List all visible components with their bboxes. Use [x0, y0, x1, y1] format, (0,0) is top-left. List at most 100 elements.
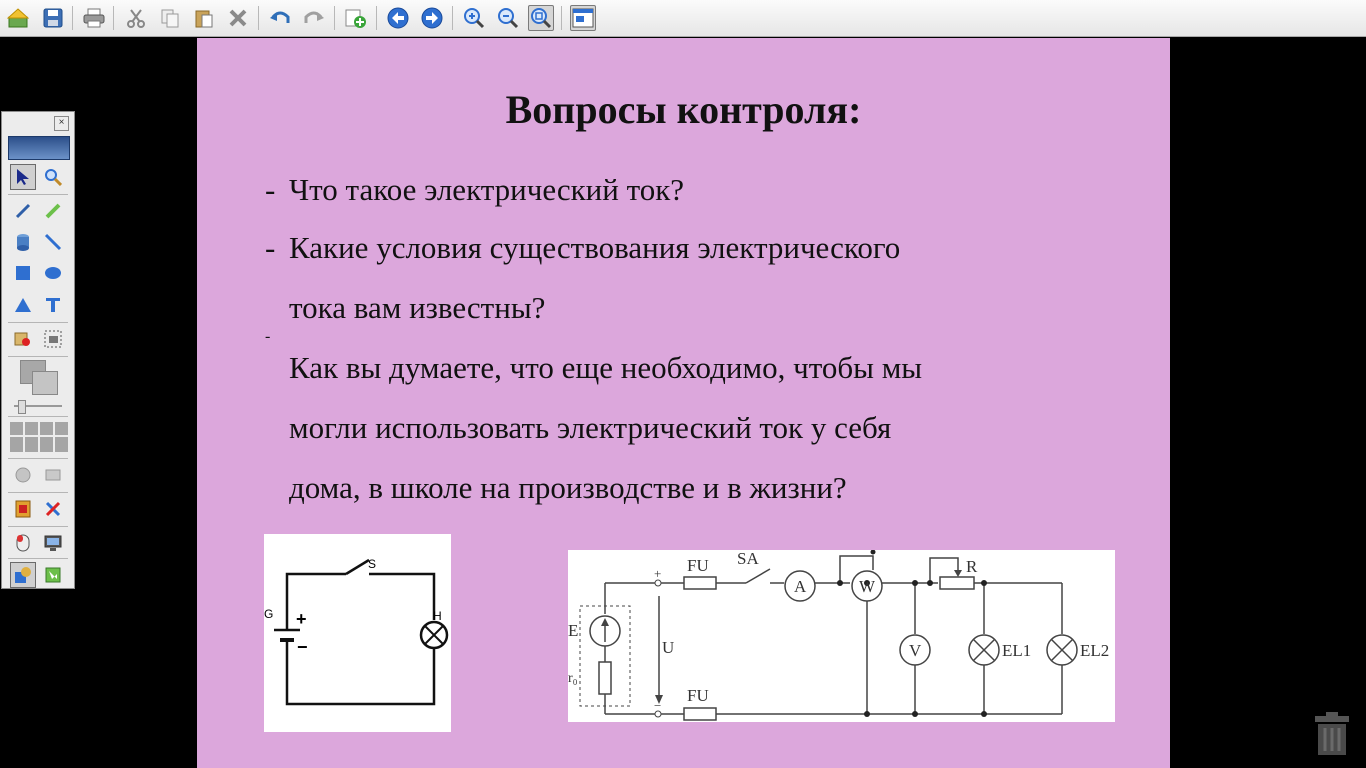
fuse-top-label: FU — [687, 556, 709, 575]
measurement-circuit-diagram: FU FU SA A W R V EL1 EL2 E r₀ U + − — [568, 549, 1115, 722]
thickness-slider[interactable] — [14, 400, 62, 414]
zoom-fit-icon — [531, 8, 552, 29]
select-icon — [17, 169, 29, 185]
capture-icon — [44, 330, 62, 348]
record-tool[interactable] — [10, 496, 36, 522]
bullet-dash: - — [265, 172, 276, 207]
emf-label: E — [568, 621, 578, 640]
trash-button[interactable] — [1314, 712, 1350, 756]
print-button[interactable] — [81, 5, 107, 31]
zoom-out-button[interactable] — [495, 5, 521, 31]
tools-icon — [45, 501, 61, 517]
slide-canvas[interactable]: Вопросы контроля: - Что такое электричес… — [197, 38, 1170, 768]
question-3-line-3: дома, в школе на производстве и в жизни? — [289, 470, 847, 505]
eraser-icon — [15, 467, 31, 483]
text-tool[interactable] — [40, 292, 66, 318]
simple-circuit-diagram: S G H + − — [264, 534, 451, 732]
undo-button[interactable] — [267, 5, 293, 31]
trash-icon — [1315, 712, 1349, 755]
shapes-tool[interactable] — [10, 562, 36, 588]
close-palette-button[interactable]: × — [54, 116, 69, 131]
copy-button[interactable] — [157, 5, 183, 31]
previous-page-button[interactable] — [385, 5, 411, 31]
question-3-line-2: могли использовать электрический ток у с… — [289, 410, 892, 445]
export-tool[interactable] — [40, 562, 66, 588]
insert-image-tool[interactable] — [10, 326, 36, 352]
zoom-tool-icon — [45, 169, 62, 186]
zoom-fit-button[interactable] — [528, 5, 554, 31]
line-tool[interactable] — [40, 229, 66, 255]
tool-palette: × — [1, 111, 75, 589]
previous-page-icon — [387, 7, 409, 29]
source-label: G — [264, 607, 273, 621]
bullet-dash: - — [265, 230, 276, 265]
save-icon — [43, 8, 63, 28]
record-icon — [15, 500, 31, 518]
highlighter-tool[interactable] — [40, 198, 66, 224]
switch-label: S — [368, 557, 376, 571]
line-style-grid[interactable] — [10, 422, 68, 452]
next-page-button[interactable] — [419, 5, 445, 31]
fuse-bottom-label: FU — [687, 686, 709, 705]
zoom-in-button[interactable] — [461, 5, 487, 31]
paste-button[interactable] — [191, 5, 217, 31]
wattmeter-label: W — [859, 577, 876, 596]
paste-icon — [195, 10, 213, 28]
clear-tool[interactable] — [40, 462, 66, 488]
add-page-button[interactable] — [343, 5, 369, 31]
home-icon — [7, 8, 29, 28]
highlighter-icon — [45, 203, 61, 219]
fill-icon — [17, 234, 29, 251]
fill-tool[interactable] — [10, 229, 36, 255]
ammeter-label: A — [794, 577, 807, 596]
screen-tool[interactable] — [40, 530, 66, 556]
internal-resistance-label: r₀ — [568, 671, 578, 686]
pen-icon — [15, 203, 31, 219]
mouse-icon — [16, 534, 30, 552]
cut-icon — [127, 9, 145, 28]
mouse-mode-tool[interactable] — [10, 530, 36, 556]
add-page-icon — [345, 9, 366, 28]
eraser-tool[interactable] — [10, 462, 36, 488]
zoom-in-icon — [464, 8, 485, 29]
question-2-line-1: Какие условия существования электрическо… — [289, 230, 901, 265]
rectangle-tool[interactable] — [10, 260, 36, 286]
export-icon — [45, 567, 61, 583]
zoom-out-icon — [498, 8, 519, 29]
plus-sign: + — [296, 609, 307, 629]
delete-icon — [229, 9, 247, 27]
slider-thumb[interactable] — [18, 400, 26, 414]
lamp-label: H — [433, 609, 442, 623]
text-icon — [46, 298, 60, 312]
voltage-label: U — [662, 638, 674, 657]
question-2-line-2: тока вам известны? — [289, 290, 546, 325]
close-icon: × — [58, 117, 65, 128]
color-swatch[interactable] — [20, 360, 58, 395]
capture-tool[interactable] — [40, 326, 66, 352]
line-icon — [44, 233, 62, 251]
undo-icon — [270, 11, 290, 23]
delete-button[interactable] — [225, 5, 251, 31]
minus-sign: − — [654, 698, 661, 713]
select-tool[interactable] — [10, 164, 36, 190]
resistor-label: R — [966, 557, 978, 576]
cut-button[interactable] — [123, 5, 149, 31]
display-settings-icon — [572, 8, 594, 28]
zoom-tool[interactable] — [40, 164, 66, 190]
redo-button[interactable] — [301, 5, 327, 31]
ellipse-tool[interactable] — [40, 260, 66, 286]
save-button[interactable] — [40, 5, 66, 31]
triangle-tool[interactable] — [10, 292, 36, 318]
home-button[interactable] — [5, 5, 31, 31]
pen-tool[interactable] — [10, 198, 36, 224]
rectangle-icon — [16, 266, 30, 280]
question-1: Что такое электрический ток? — [289, 172, 685, 207]
copy-icon — [161, 9, 179, 28]
screen-icon — [44, 535, 62, 551]
question-3-line-1: Как вы думаете, что еще необходимо, чтоб… — [289, 350, 923, 385]
minus-sign: − — [297, 637, 308, 657]
plus-sign: + — [654, 566, 661, 581]
redo-icon — [304, 11, 324, 23]
display-settings-button[interactable] — [570, 5, 596, 31]
tools-button[interactable] — [40, 496, 66, 522]
